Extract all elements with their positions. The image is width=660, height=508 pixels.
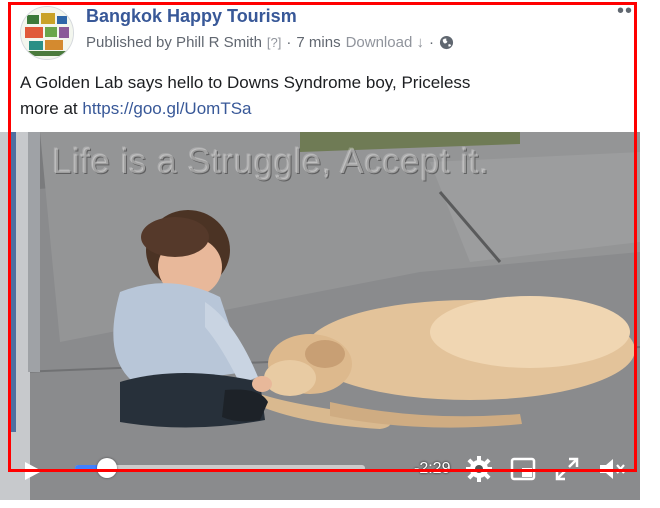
post-meta: Published by Phill R Smith [?] · 7 mins … — [86, 34, 454, 51]
play-icon[interactable] — [22, 460, 44, 482]
picture-in-picture-icon[interactable] — [510, 456, 536, 482]
help-marker[interactable]: [?] — [267, 35, 281, 50]
muted-volume-icon[interactable] — [598, 456, 625, 482]
time-remaining: -2:29 — [414, 460, 451, 477]
meta-separator-2: · — [428, 34, 434, 51]
settings-icon[interactable] — [466, 456, 492, 482]
caption-more-at: more at — [20, 99, 83, 118]
fullscreen-icon[interactable] — [554, 456, 580, 482]
published-by-text[interactable]: Published by Phill R Smith — [86, 34, 262, 51]
facebook-post: Bangkok Happy Tourism Published by Phill… — [0, 0, 660, 508]
video-overlay-caption: Life is a Struggle, Accept it. — [52, 142, 490, 181]
page-avatar[interactable] — [20, 6, 74, 60]
meta-separator: · — [286, 34, 292, 51]
progress-scrubber[interactable] — [96, 458, 117, 478]
post-timestamp[interactable]: 7 mins — [296, 34, 340, 51]
more-options-icon[interactable]: •• — [617, 1, 633, 21]
caption-link[interactable]: https://goo.gl/UomTSa — [82, 99, 251, 118]
progress-bar[interactable] — [75, 458, 365, 478]
video-frame — [0, 132, 640, 500]
video-player[interactable]: Life is a Struggle, Accept it. — [0, 132, 640, 500]
page-name-link[interactable]: Bangkok Happy Tourism — [86, 6, 297, 27]
post-caption: A Golden Lab says hello to Downs Syndrom… — [20, 70, 630, 122]
download-link[interactable]: Download ↓ — [346, 34, 424, 51]
globe-icon[interactable] — [439, 35, 454, 50]
caption-text: A Golden Lab says hello to Downs Syndrom… — [20, 73, 471, 92]
